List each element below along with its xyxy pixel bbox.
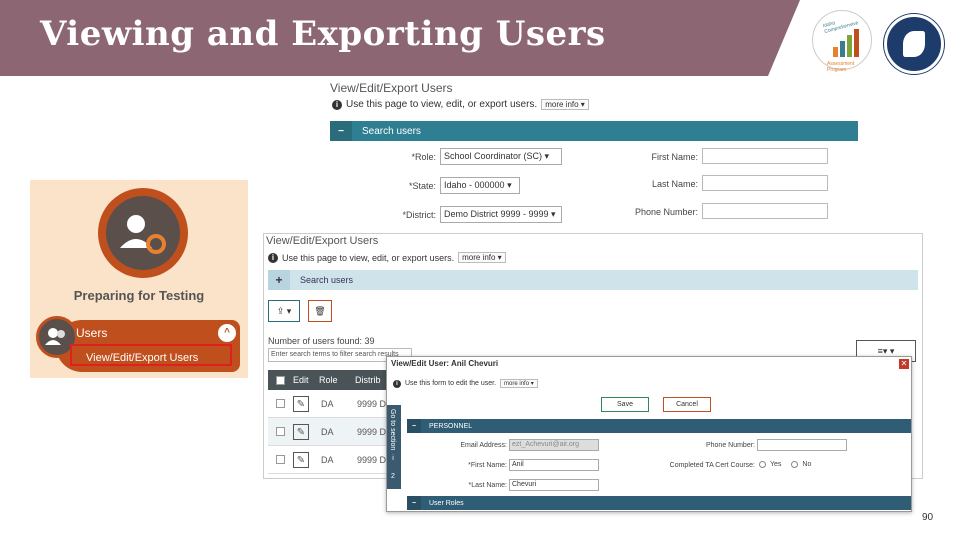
- preparing-testing-icon[interactable]: [98, 188, 188, 278]
- preparing-testing-title: Preparing for Testing: [73, 288, 205, 303]
- phone-label-2: Phone Number:: [705, 442, 755, 449]
- dialog-header: View/Edit User: Anil Chevuri: [391, 359, 499, 368]
- pencil-icon[interactable]: ✎: [293, 395, 309, 412]
- logo-bars-icon: [833, 29, 859, 57]
- trash-icon[interactable]: 🗑: [308, 300, 332, 322]
- select-all-checkbox[interactable]: [276, 375, 285, 385]
- collapse-icon[interactable]: −: [407, 419, 421, 433]
- page-title-2: View/Edit/Export Users: [266, 235, 379, 247]
- more-info-button-2[interactable]: more info ▾: [458, 252, 506, 263]
- more-info-button[interactable]: more info ▾: [541, 99, 589, 110]
- info-line-2: i Use this page to view, edit, or export…: [268, 252, 506, 263]
- state-label: *State:: [408, 181, 436, 191]
- last-name-field[interactable]: Chevuri: [509, 479, 599, 491]
- dialog-info-text: Use this form to edit the user.: [405, 380, 497, 387]
- section-2-icon[interactable]: 2: [387, 471, 399, 483]
- cancel-button[interactable]: Cancel: [663, 397, 711, 412]
- search-users-bar-2[interactable]: + Search users: [268, 270, 918, 290]
- info-line: i Use this page to view, edit, or export…: [332, 99, 589, 110]
- state-seal-logo: [884, 14, 944, 74]
- save-button[interactable]: Save: [601, 397, 649, 412]
- no-radio[interactable]: [791, 461, 799, 468]
- table-row: ✎ DA 9999 De: [268, 418, 396, 446]
- col-edit: Edit: [293, 375, 309, 385]
- section-1-icon[interactable]: i: [387, 453, 399, 465]
- close-icon[interactable]: ✕: [899, 359, 909, 369]
- yes-radio[interactable]: [759, 461, 766, 468]
- role-select[interactable]: School Coordinator (SC) ▾: [440, 148, 562, 165]
- row-checkbox[interactable]: [276, 455, 285, 464]
- slide-title: Viewing and Exporting Users: [40, 14, 606, 54]
- row-checkbox[interactable]: [276, 399, 285, 408]
- last-name-input[interactable]: [702, 175, 828, 191]
- info-icon: i: [393, 379, 401, 388]
- collapse-icon[interactable]: −: [330, 121, 352, 141]
- table-header: Edit Role Distrib: [268, 370, 396, 390]
- pencil-icon[interactable]: ✎: [293, 423, 309, 440]
- collapse-icon[interactable]: −: [407, 496, 421, 510]
- icap-logo: Idaho Comprehensive Assessment Program: [812, 10, 872, 73]
- info-icon: i: [268, 252, 278, 263]
- first-name-label-2: *First Name:: [468, 462, 507, 469]
- first-name-label: First Name:: [651, 152, 698, 162]
- district-select[interactable]: Demo District 9999 - 9999 ▾: [440, 206, 562, 223]
- phone-input[interactable]: [702, 203, 828, 219]
- cert-radio-group: Yes No: [759, 461, 811, 468]
- info-text: Use this page to view, edit, or export u…: [346, 99, 538, 110]
- col-district[interactable]: Distrib: [355, 375, 381, 385]
- logo-bottom-text: Assessment Program: [827, 61, 855, 73]
- last-name-label-2: *Last Name:: [468, 482, 507, 489]
- more-info-button-3[interactable]: more info ▾: [500, 379, 538, 388]
- phone-label: Phone Number:: [634, 207, 698, 217]
- table-row: ✎ DA 9999 D: [268, 390, 396, 418]
- info-icon: i: [332, 99, 342, 110]
- row-checkbox[interactable]: [276, 427, 285, 436]
- first-name-input[interactable]: [702, 148, 828, 164]
- state-select[interactable]: Idaho - 000000 ▾: [440, 177, 520, 194]
- users-label: Users: [76, 326, 108, 340]
- dialog-info: i Use this form to edit the user. more i…: [393, 379, 538, 388]
- cert-label: Completed TA Cert Course:: [669, 462, 755, 469]
- search-users-screenshot: View/Edit/Export Users i Use this page t…: [330, 78, 860, 228]
- export-button[interactable]: ⇪ ▾: [268, 300, 300, 322]
- info-text-2: Use this page to view, edit, or export u…: [282, 252, 455, 263]
- chevron-up-icon[interactable]: ^: [218, 324, 236, 342]
- col-role[interactable]: Role: [319, 375, 355, 385]
- edit-user-dialog: View/Edit User: Anil Chevuri ✕ i Use thi…: [386, 356, 912, 512]
- email-label: Email Address:: [460, 442, 507, 449]
- page-number: 90: [922, 512, 934, 523]
- user-roles-section-bar[interactable]: − User Roles: [407, 496, 911, 510]
- view-edit-export-link[interactable]: View/Edit/Export Users: [86, 352, 198, 364]
- users-table: Edit Role Distrib ✎ DA 9999 D ✎ DA 9999 De ✎…: [268, 370, 396, 474]
- navigation-panel: Preparing for Testing Users ^ View/Edit/…: [30, 180, 248, 378]
- pencil-icon[interactable]: ✎: [293, 451, 309, 468]
- role-label: *Role:: [411, 152, 436, 162]
- district-label: *District:: [402, 210, 437, 220]
- email-field: ezt_Achevuri@air.org: [509, 439, 599, 451]
- first-name-field[interactable]: Anil: [509, 459, 599, 471]
- search-users-bar[interactable]: − Search users: [330, 121, 858, 141]
- title-banner: Viewing and Exporting Users: [0, 0, 800, 76]
- table-row: ✎ DA 9999 De: [268, 446, 396, 474]
- phone-field[interactable]: [757, 439, 847, 451]
- users-found-count: Number of users found: 39: [268, 336, 375, 346]
- last-name-label: Last Name:: [651, 179, 698, 189]
- expand-icon[interactable]: +: [268, 270, 290, 290]
- personnel-section-bar[interactable]: − PERSONNEL: [407, 419, 911, 433]
- page-title: View/Edit/Export Users: [330, 81, 453, 95]
